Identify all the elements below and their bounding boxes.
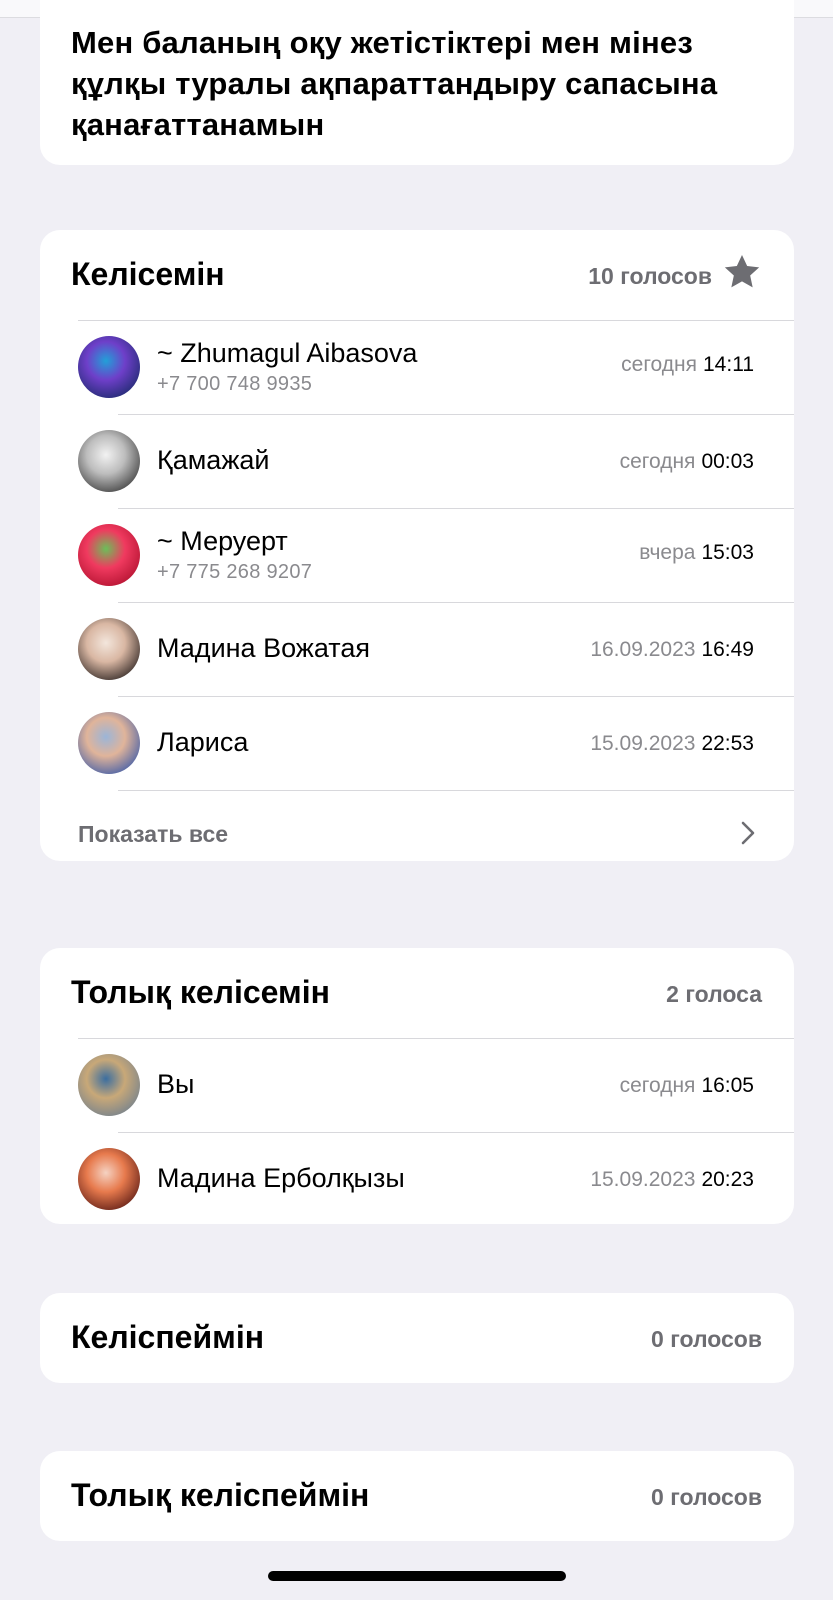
vote-time: 15:03: [701, 541, 754, 564]
vote-timestamp: 15.09.2023 20:23: [590, 1168, 754, 1192]
voter-row[interactable]: Мадина Вожатая 16.09.2023 16:49: [40, 602, 794, 696]
avatar: [78, 712, 140, 774]
voter-name: Вы: [157, 1069, 195, 1099]
voter-name: Мадина Вожатая: [157, 633, 370, 663]
voter-name: ~ Zhumagul Aibasova: [157, 338, 418, 368]
poll-question: Мен баланың оқу жетістіктері мен мінез қ…: [71, 25, 718, 142]
avatar: [78, 1054, 140, 1116]
voter-phone: +7 775 268 9207: [157, 561, 313, 583]
vote-count: 0 голосов: [651, 1326, 762, 1352]
voter-row[interactable]: Лариса 15.09.2023 22:53: [40, 696, 794, 790]
vote-time: 16:05: [701, 1074, 754, 1097]
option-title: Толық келіспеймін: [71, 1477, 370, 1513]
option-header: Толық келіспеймін 0 голосов: [40, 1451, 794, 1541]
vote-count: 0 голосов: [651, 1484, 762, 1510]
option-card-disagree[interactable]: Келіспеймін 0 голосов: [40, 1293, 794, 1383]
option-header: Толық келісемін 2 голоса: [40, 948, 794, 1038]
star-icon: [724, 255, 760, 288]
vote-date: вчера: [639, 541, 696, 564]
option-card-agree[interactable]: Келісемін 10 голосов ~ Zhumagul Aibasova…: [40, 230, 794, 861]
vote-date: 15.09.2023: [590, 732, 696, 755]
avatar: [78, 524, 140, 586]
question-card: Мен баланың оқу жетістіктері мен мінез қ…: [40, 0, 794, 165]
option-header: Келіспеймін 0 голосов: [40, 1293, 794, 1383]
vote-date: сегодня: [621, 353, 697, 376]
vote-date: 15.09.2023: [590, 1168, 696, 1191]
option-card-fully-disagree[interactable]: Толық келіспеймін 0 голосов: [40, 1451, 794, 1541]
vote-time: 00:03: [701, 450, 754, 473]
option-title: Келіспеймін: [71, 1319, 265, 1355]
chevron-right-icon: [741, 821, 755, 845]
vote-date: сегодня: [619, 450, 696, 473]
home-indicator[interactable]: [268, 1571, 566, 1581]
vote-count: 10 голосов: [588, 263, 712, 289]
vote-date: сегодня: [619, 1074, 696, 1097]
voter-row[interactable]: ~ Меруерт +7 775 268 9207 вчера 15:03: [40, 508, 794, 602]
avatar: [78, 336, 140, 398]
vote-timestamp: вчера 15:03: [639, 541, 754, 565]
voter-name: ~ Меруерт: [157, 526, 288, 556]
avatar: [78, 1148, 140, 1210]
option-card-fully-agree[interactable]: Толық келісемін 2 голоса Вы сегодня 16:05…: [40, 948, 794, 1224]
show-all-label: Показать все: [78, 821, 229, 847]
vote-time: 14:11: [703, 353, 754, 376]
vote-time: 16:49: [701, 638, 754, 661]
show-all-button[interactable]: Показать все: [40, 790, 794, 861]
voter-phone: +7 700 748 9935: [157, 373, 313, 395]
voter-row[interactable]: Мадина Ерболқызы 15.09.2023 20:23: [40, 1132, 794, 1224]
voter-row[interactable]: Вы сегодня 16:05: [40, 1038, 794, 1132]
vote-timestamp: сегодня 00:03: [620, 450, 754, 474]
vote-timestamp: сегодня 14:11: [621, 353, 754, 377]
vote-timestamp: 16.09.2023 16:49: [590, 638, 754, 662]
avatar: [78, 618, 140, 680]
avatar: [78, 430, 140, 492]
voter-row[interactable]: Қамажай сегодня 00:03: [40, 414, 794, 508]
voter-name: Қамажай: [157, 445, 270, 475]
option-title: Толық келісемін: [71, 974, 330, 1010]
option-title: Келісемін: [71, 256, 225, 292]
vote-time: 22:53: [701, 732, 754, 755]
vote-timestamp: сегодня 16:05: [620, 1074, 754, 1098]
option-header: Келісемін 10 голосов: [40, 230, 794, 320]
vote-count: 2 голоса: [666, 981, 762, 1007]
voter-name: Лариса: [157, 727, 249, 757]
vote-date: 16.09.2023: [590, 638, 696, 661]
vote-timestamp: 15.09.2023 22:53: [590, 732, 754, 756]
voter-row[interactable]: ~ Zhumagul Aibasova +7 700 748 9935 сего…: [40, 320, 794, 414]
voter-name: Мадина Ерболқызы: [157, 1163, 405, 1193]
vote-time: 20:23: [701, 1168, 754, 1191]
